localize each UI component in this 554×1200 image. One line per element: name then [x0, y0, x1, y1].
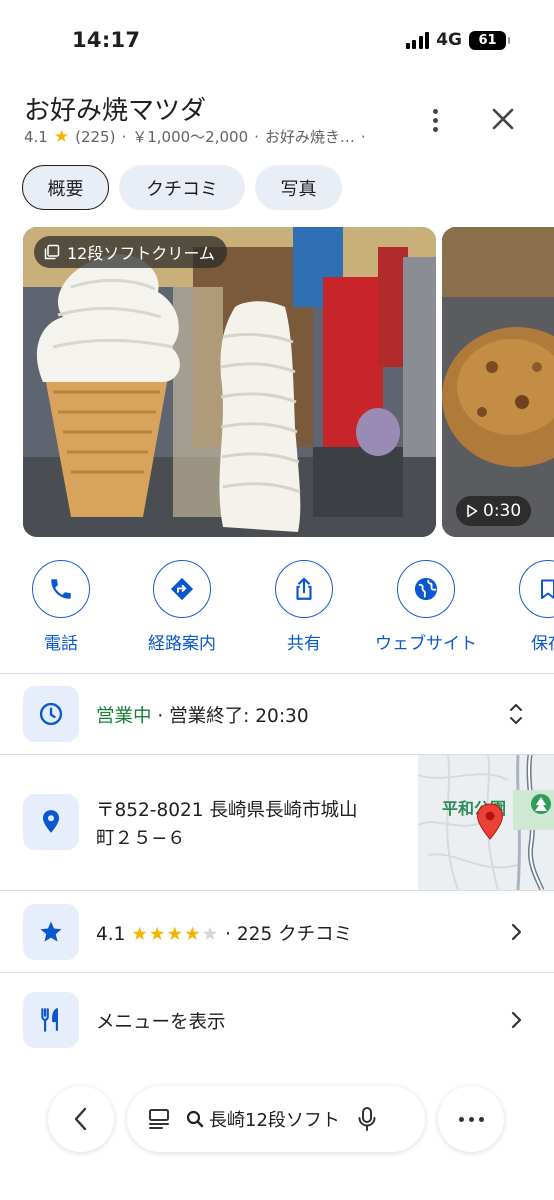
meta-separator: ·	[360, 127, 366, 146]
expand-icon[interactable]	[505, 701, 527, 727]
more-vert-icon	[432, 108, 438, 114]
photo-main[interactable]	[23, 227, 436, 537]
star-filled-icon: ★★★★	[131, 924, 202, 945]
rating-value: 4.1	[24, 127, 48, 146]
list-icon[interactable]	[147, 1107, 173, 1131]
okonomiyaki-photo	[442, 227, 554, 537]
share-label: 共有	[287, 634, 321, 654]
clock-icon	[39, 702, 63, 726]
address-line-1: 〒852-8021 長崎県長崎市城山	[96, 800, 358, 821]
tab-bar: 概要 クチコミ 写真	[22, 165, 342, 210]
address-line-2: 町２５−６	[96, 828, 186, 849]
more-options-button[interactable]	[420, 104, 450, 136]
meta-separator: ·	[121, 127, 127, 146]
video-duration-badge: 0:30	[456, 496, 532, 526]
hours-icon-tile	[23, 686, 79, 742]
review-count: (225)	[75, 127, 116, 146]
divider	[0, 972, 554, 973]
directions-button[interactable]: 経路案内	[122, 560, 242, 654]
chevron-right-icon	[511, 1011, 522, 1029]
globe-icon	[414, 577, 438, 601]
star-icon	[40, 921, 62, 942]
photo-label: 12段ソフトクリーム	[34, 236, 227, 268]
reviews-text: 4.1 ★★★★★ · 225 クチコミ	[96, 920, 352, 946]
signal-icon	[405, 31, 430, 49]
search-icon	[186, 1110, 204, 1128]
search-query[interactable]: 長崎12段ソフト	[185, 1106, 340, 1132]
search-text: 長崎12段ソフト	[209, 1110, 340, 1131]
share-button[interactable]: 共有	[244, 560, 364, 654]
category: お好み焼き…	[264, 128, 355, 146]
tab-reviews[interactable]: クチコミ	[119, 165, 245, 210]
menu-label: メニューを表示	[96, 1012, 226, 1033]
map-pin-icon	[476, 803, 504, 840]
website-button[interactable]: ウェブサイト	[366, 560, 486, 654]
close-button[interactable]	[486, 102, 520, 136]
video-duration: 0:30	[483, 501, 522, 521]
status-bar: 14:17 4G 61	[0, 0, 554, 80]
photo-video[interactable]	[442, 227, 554, 537]
chevron-left-icon	[74, 1107, 87, 1131]
directions-icon	[170, 577, 194, 601]
location-pin-icon	[42, 810, 60, 833]
meta-separator: ·	[254, 127, 259, 146]
share-icon	[296, 577, 312, 600]
call-button[interactable]: 電話	[1, 560, 121, 654]
close-icon	[492, 108, 514, 130]
action-bar: 電話 経路案内 共有 ウェブサイト 保	[0, 560, 554, 660]
photo-gallery-icon	[44, 244, 60, 260]
phone-icon	[51, 579, 71, 599]
status-indicators: 4G 61	[405, 30, 510, 50]
battery-level: 61	[469, 30, 506, 50]
place-title: お好み焼マツダ	[24, 96, 207, 126]
more-horiz-button[interactable]	[438, 1086, 504, 1152]
hours-text: 営業中 · 営業終了: 20:30	[96, 702, 309, 728]
website-label: ウェブサイト	[375, 634, 477, 654]
more-horiz-icon	[458, 1116, 464, 1122]
closing-time: · 営業終了: 20:30	[157, 706, 309, 727]
network-type: 4G	[436, 30, 462, 50]
search-bar[interactable]: 長崎12段ソフト	[127, 1086, 425, 1152]
price-range: ￥1,000～2,000	[132, 128, 249, 146]
star-icon: ★	[53, 126, 70, 147]
photo-label-text: 12段ソフトクリーム	[67, 244, 215, 263]
save-label: 保存	[531, 634, 554, 654]
map-thumbnail[interactable]: 平和公園	[418, 755, 554, 890]
microphone-icon[interactable]	[356, 1106, 378, 1132]
back-button[interactable]	[48, 1086, 114, 1152]
place-meta: 4.1 ★ (225) · ￥1,000～2,000 · お好み焼き… ·	[24, 126, 366, 147]
bookmark-icon	[541, 579, 554, 599]
call-label: 電話	[44, 634, 78, 654]
divider	[0, 673, 554, 674]
menu-icon-tile	[23, 992, 79, 1048]
rating-stars: ★★★★★	[131, 924, 219, 945]
status-time: 14:17	[72, 28, 141, 52]
reviews-icon-tile	[23, 904, 79, 960]
tab-photos[interactable]: 写真	[255, 165, 342, 210]
divider	[0, 890, 554, 891]
tab-overview[interactable]: 概要	[22, 165, 109, 210]
battery-icon: 61	[469, 30, 510, 50]
directions-label: 経路案内	[148, 634, 216, 654]
chevron-right-icon	[511, 923, 522, 941]
open-status: 営業中	[96, 706, 152, 727]
star-empty-icon: ★	[201, 924, 220, 945]
review-count-text: · 225 クチコミ	[225, 924, 353, 945]
soft-serve-photo	[23, 227, 436, 537]
save-button[interactable]: 保存	[488, 560, 554, 654]
restaurant-icon	[41, 1008, 59, 1032]
address-icon-tile	[23, 794, 79, 850]
review-rating: 4.1	[96, 924, 126, 945]
play-icon	[467, 504, 478, 518]
